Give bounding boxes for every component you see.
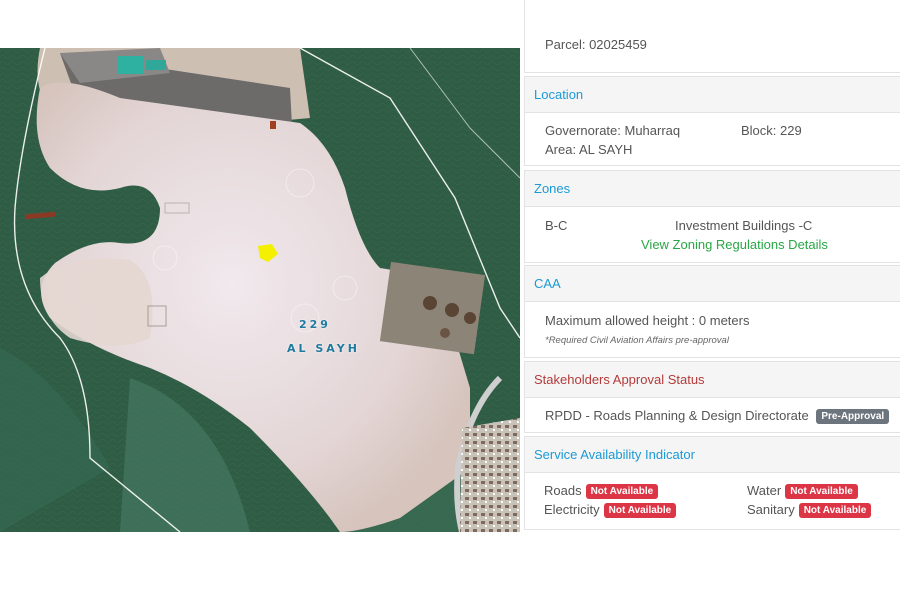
service-electricity: Electricity Not Available <box>544 502 677 518</box>
stakeholders-card: Stakeholders Approval Status RPDD - Road… <box>524 361 900 433</box>
zones-header: Zones <box>525 171 900 207</box>
roads-status-badge: Not Available <box>585 484 659 499</box>
caa-card: CAA Maximum allowed height : 0 meters *R… <box>524 265 900 358</box>
sanitary-label: Sanitary <box>747 502 795 517</box>
area-value: Area: AL SAYH <box>545 142 633 157</box>
parcel-card: Parcel: 02025459 <box>524 0 900 73</box>
electricity-label: Electricity <box>544 502 600 517</box>
parcel-info-panel: Parcel: 02025459 Location Governorate: M… <box>524 0 900 602</box>
caa-note: *Required Civil Aviation Affairs pre-app… <box>545 335 729 346</box>
town-area <box>460 418 520 532</box>
stakeholder-item: RPDD - Roads Planning & Design Directora… <box>545 408 890 424</box>
view-zoning-link[interactable]: View Zoning Regulations Details <box>641 237 828 252</box>
sanitary-status-badge: Not Available <box>798 503 872 518</box>
roads-label: Roads <box>544 483 582 498</box>
zones-card: Zones B-C Investment Buildings -C View Z… <box>524 170 900 263</box>
stakeholder-name: RPDD - Roads Planning & Design Directora… <box>545 408 809 423</box>
pond <box>118 56 144 74</box>
block-number-label: 229 <box>299 318 331 331</box>
water-label: Water <box>747 483 782 498</box>
zone-code: B-C <box>545 218 568 233</box>
service-water: Water Not Available <box>747 483 858 499</box>
services-card: Service Availability Indicator Roads Not … <box>524 436 900 530</box>
zone-name: Investment Buildings -C <box>675 218 813 233</box>
block-value: Block: 229 <box>741 123 802 138</box>
service-roads: Roads Not Available <box>544 483 659 499</box>
location-card: Location Governorate: Muharraq Block: 22… <box>524 76 900 166</box>
governorate-value: Governorate: Muharraq <box>545 123 681 138</box>
area-name-label: AL SAYH <box>287 342 360 355</box>
pre-approval-badge: Pre-Approval <box>816 409 890 424</box>
map-imagery <box>0 48 520 532</box>
stakeholders-header: Stakeholders Approval Status <box>525 362 900 398</box>
max-height-text: Maximum allowed height : 0 meters <box>545 313 750 328</box>
parcel-number: Parcel: 02025459 <box>545 37 647 52</box>
electricity-status-badge: Not Available <box>603 503 677 518</box>
satellite-map[interactable]: 229 AL SAYH <box>0 48 520 532</box>
location-header: Location <box>525 77 900 113</box>
service-sanitary: Sanitary Not Available <box>747 502 872 518</box>
water-status-badge: Not Available <box>785 484 858 499</box>
caa-header: CAA <box>525 266 900 302</box>
services-header: Service Availability Indicator <box>525 437 900 473</box>
